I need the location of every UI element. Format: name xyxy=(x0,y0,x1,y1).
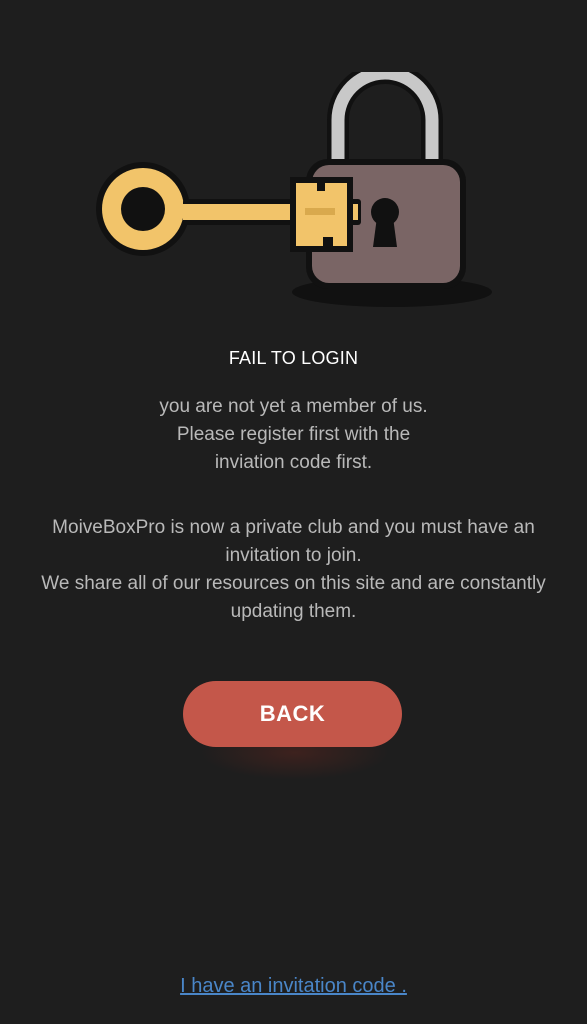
back-button[interactable]: BACK xyxy=(183,681,402,747)
notice-line: you are not yet a member of us. xyxy=(159,396,428,417)
invitation-code-link[interactable]: I have an invitation code . xyxy=(180,975,407,997)
info-line: We share all of our resources on this si… xyxy=(41,573,546,594)
club-info-text: MoiveBoxPro is now a private club and yo… xyxy=(0,514,587,626)
info-line: invitation to join. xyxy=(225,545,362,566)
info-line: updating them. xyxy=(230,601,357,622)
page-title: FAIL TO LOGIN xyxy=(228,348,359,368)
notice-line: inviation code first. xyxy=(214,452,373,473)
membership-notice: you are not yet a member of us. Please r… xyxy=(0,393,587,477)
key-and-padlock-icon xyxy=(96,62,492,307)
key-and-padlock-illustration xyxy=(95,62,495,312)
notice-line: Please register first with the xyxy=(176,424,411,445)
info-line: MoiveBoxPro is now a private club and yo… xyxy=(52,517,535,538)
invite-link-container: I have an invitation code . xyxy=(0,975,587,998)
